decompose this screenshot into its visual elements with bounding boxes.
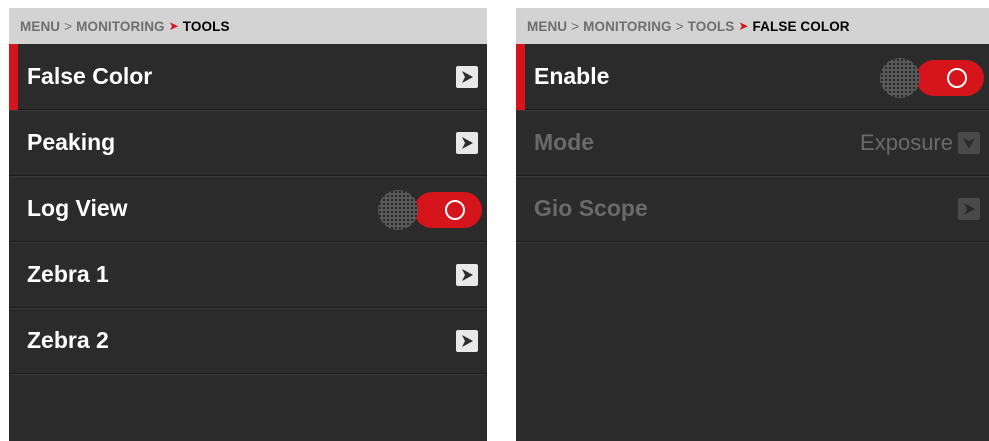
menu-item-label: Gio Scope bbox=[534, 195, 648, 221]
breadcrumb-item-monitoring[interactable]: MONITORING bbox=[583, 19, 672, 34]
toggle-on-icon bbox=[445, 200, 465, 220]
menu-item-label: Zebra 1 bbox=[27, 261, 109, 287]
menu-panel-false-color: MENU > MONITORING > TOOLS ➤ FALSE COLOR … bbox=[516, 8, 989, 441]
menu-item-mode[interactable]: Mode Exposure bbox=[516, 110, 989, 176]
chevron-right-icon[interactable] bbox=[456, 66, 478, 88]
selection-indicator bbox=[516, 44, 525, 110]
menu-item-label: Log View bbox=[27, 195, 128, 221]
breadcrumb-current: TOOLS bbox=[182, 18, 230, 34]
breadcrumb-current: FALSE COLOR bbox=[752, 18, 850, 34]
breadcrumb: MENU > MONITORING ➤ TOOLS bbox=[9, 8, 487, 44]
menu-item-enable[interactable]: Enable bbox=[516, 44, 989, 110]
selection-indicator bbox=[9, 44, 18, 110]
menu-item-label: Peaking bbox=[27, 129, 116, 155]
chevron-right-icon[interactable] bbox=[958, 198, 980, 220]
menu-item-peaking[interactable]: Peaking bbox=[9, 110, 487, 176]
breadcrumb-separator: > bbox=[675, 18, 684, 34]
enable-toggle[interactable] bbox=[880, 58, 984, 98]
menu-item-label: Mode bbox=[534, 129, 595, 155]
chevron-right-icon[interactable] bbox=[456, 330, 478, 352]
log-view-toggle[interactable] bbox=[378, 190, 482, 230]
menu-item-label: False Color bbox=[27, 63, 153, 89]
breadcrumb-current-arrow-icon: ➤ bbox=[738, 19, 749, 33]
menu-item-label: Enable bbox=[534, 63, 610, 89]
breadcrumb-item-tools[interactable]: TOOLS bbox=[688, 19, 735, 34]
breadcrumb-item-menu[interactable]: MENU bbox=[20, 19, 60, 34]
breadcrumb-item-menu[interactable]: MENU bbox=[527, 19, 567, 34]
menu-item-zebra-2[interactable]: Zebra 2 bbox=[9, 308, 487, 374]
toggle-on-icon bbox=[947, 68, 967, 88]
menu-panel-tools: MENU > MONITORING ➤ TOOLS False Color Pe… bbox=[9, 8, 487, 441]
breadcrumb-current-arrow-icon: ➤ bbox=[168, 19, 179, 33]
menu-item-label: Zebra 2 bbox=[27, 327, 109, 353]
chevron-down-icon[interactable] bbox=[958, 132, 980, 154]
breadcrumb-separator: > bbox=[571, 18, 580, 34]
breadcrumb-separator: > bbox=[64, 18, 73, 34]
menu-item-gio-scope[interactable]: Gio Scope bbox=[516, 176, 989, 242]
breadcrumb-item-monitoring[interactable]: MONITORING bbox=[76, 19, 165, 34]
breadcrumb: MENU > MONITORING > TOOLS ➤ FALSE COLOR bbox=[516, 8, 989, 44]
chevron-right-icon[interactable] bbox=[456, 132, 478, 154]
chevron-right-icon[interactable] bbox=[456, 264, 478, 286]
toggle-knob[interactable] bbox=[378, 190, 418, 230]
mode-select-value[interactable]: Exposure bbox=[860, 130, 953, 156]
menu-item-log-view[interactable]: Log View bbox=[9, 176, 487, 242]
toggle-knob[interactable] bbox=[880, 58, 920, 98]
menu-item-false-color[interactable]: False Color bbox=[9, 44, 487, 110]
menu-item-zebra-1[interactable]: Zebra 1 bbox=[9, 242, 487, 308]
